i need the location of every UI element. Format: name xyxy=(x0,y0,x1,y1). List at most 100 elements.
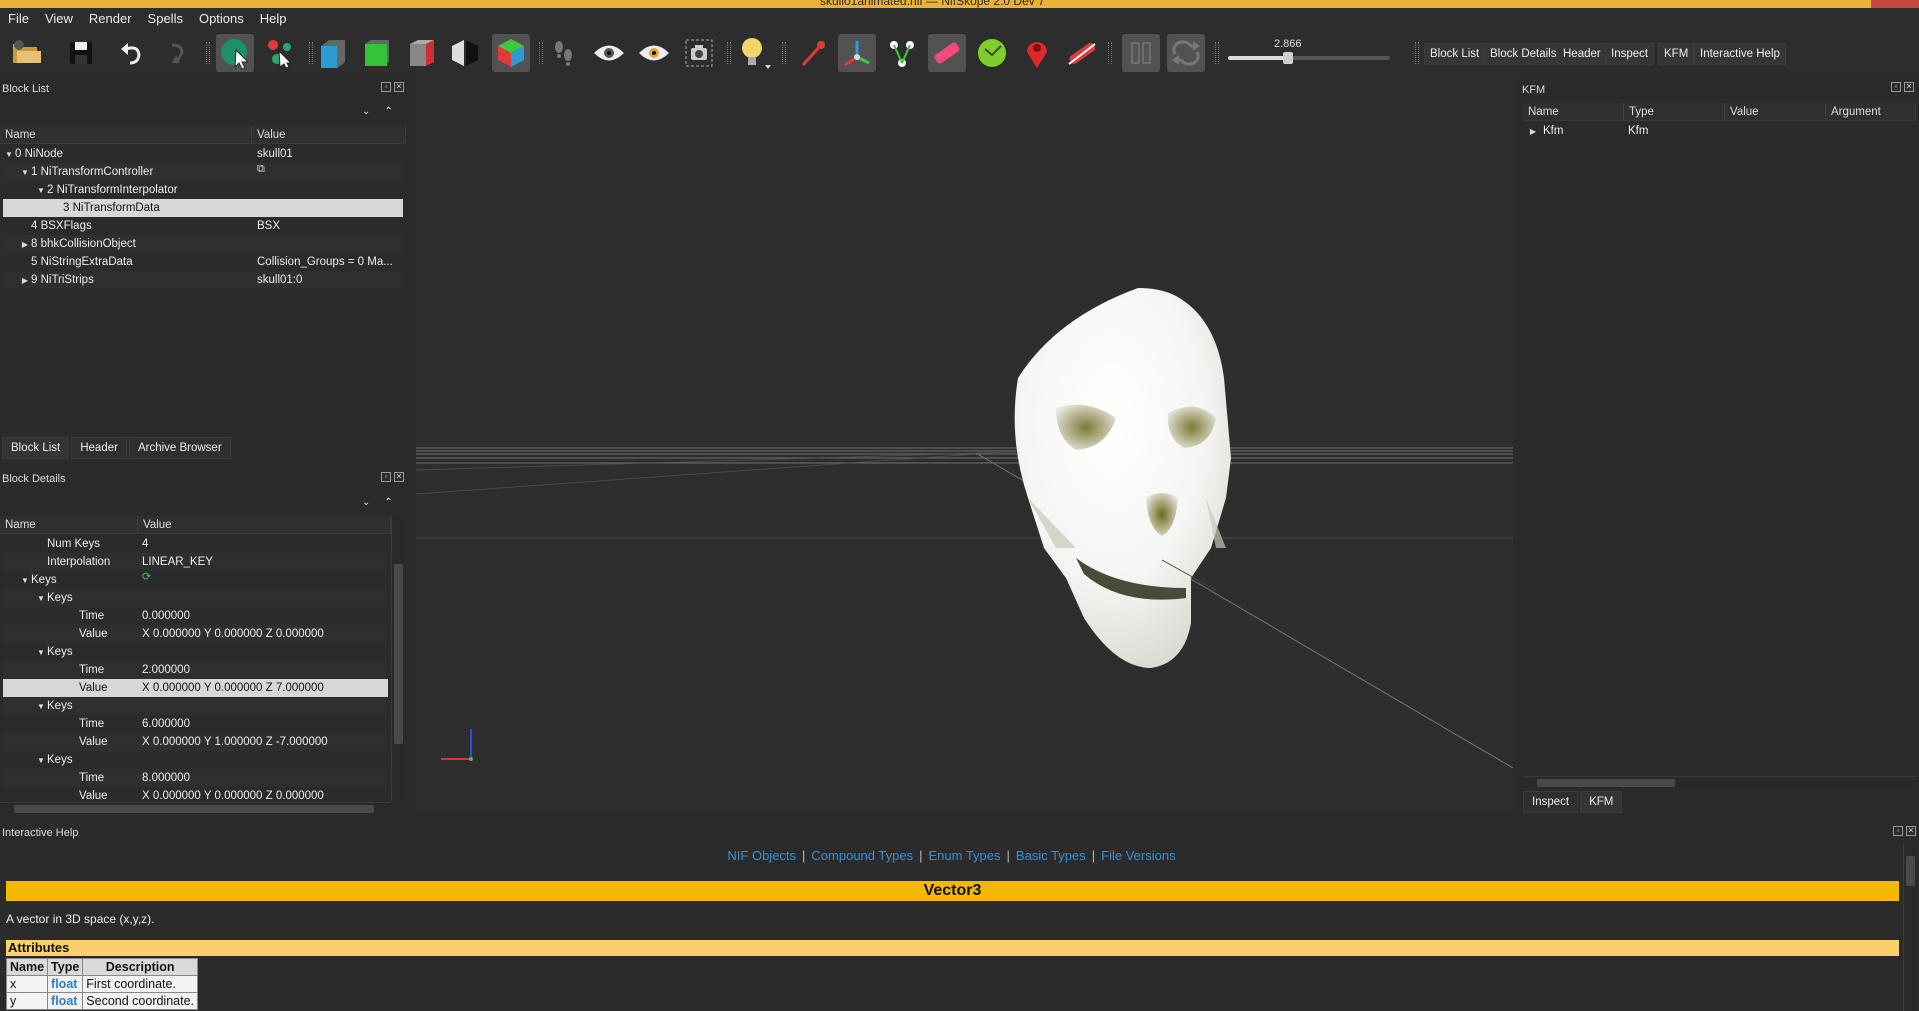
collapse-arrow-icon[interactable]: ▼ xyxy=(35,590,47,607)
menu-view[interactable]: View xyxy=(37,11,81,26)
tab-kfm[interactable]: KFM xyxy=(1580,791,1623,813)
tab-archive-browser[interactable]: Archive Browser xyxy=(128,437,231,459)
detail-row[interactable]: Time 0.000000 xyxy=(3,607,388,625)
detail-row[interactable]: ▼ Keys xyxy=(3,697,388,715)
expand-arrow-icon[interactable]: ▶ xyxy=(19,272,31,289)
undo-icon[interactable] xyxy=(113,34,151,72)
collapse-all-icon[interactable]: ⌃ xyxy=(384,106,392,117)
show-markers-icon[interactable] xyxy=(973,34,1011,72)
detail-row[interactable]: Value X 0.000000 Y 0.000000 Z 7.000000 xyxy=(3,679,388,697)
select-vertex-icon[interactable] xyxy=(262,34,300,72)
expand-arrow-icon[interactable]: ▶ xyxy=(19,236,31,253)
collapse-arrow-icon[interactable]: ▼ xyxy=(35,182,47,199)
menu-options[interactable]: Options xyxy=(191,11,252,26)
detail-row[interactable]: ▼ Keys xyxy=(3,751,388,769)
help-vertical-scrollbar[interactable] xyxy=(1903,842,1916,1011)
float-dock-icon[interactable]: ▫ xyxy=(381,472,391,482)
time-slider[interactable] xyxy=(1228,52,1390,64)
show-axes-icon[interactable] xyxy=(794,34,832,72)
view-side-icon[interactable] xyxy=(402,34,440,72)
collapse-arrow-icon[interactable]: ▼ xyxy=(3,146,15,163)
save-icon[interactable] xyxy=(62,34,100,72)
detail-row[interactable]: ▼ Keys ⟳ xyxy=(3,571,388,589)
column-header-name[interactable]: Name xyxy=(0,516,138,533)
hidden-icon[interactable] xyxy=(635,34,673,72)
toggle-interactive-help-button[interactable]: Interactive Help xyxy=(1694,43,1786,65)
close-dock-icon[interactable]: ✕ xyxy=(1904,82,1914,92)
close-dock-icon[interactable]: ✕ xyxy=(1906,826,1916,836)
block-details-horizontal-scrollbar[interactable] xyxy=(0,802,391,814)
detail-row[interactable]: Interpolation LINEAR_KEY xyxy=(3,553,388,571)
menu-spells[interactable]: Spells xyxy=(140,11,191,26)
refresh-icon[interactable]: ⟳ xyxy=(142,571,151,589)
block-list-item[interactable]: ▼ 2 NiTransformInterpolator xyxy=(3,181,403,199)
screenshot-icon[interactable] xyxy=(680,34,718,72)
select-object-icon[interactable] xyxy=(216,34,254,72)
menu-help[interactable]: Help xyxy=(252,11,295,26)
collapse-arrow-icon[interactable]: ▼ xyxy=(19,572,31,589)
menu-render[interactable]: Render xyxy=(81,11,140,26)
attr-type-link[interactable]: float xyxy=(47,992,84,1010)
scrollbar-thumb[interactable] xyxy=(14,805,374,813)
column-header-value[interactable]: Value xyxy=(1725,103,1826,120)
walk-icon[interactable] xyxy=(545,34,583,72)
show-constraints-icon[interactable] xyxy=(883,34,921,72)
view-user-icon[interactable] xyxy=(492,34,530,72)
redo-icon[interactable] xyxy=(157,34,195,72)
collapse-all-icon[interactable]: ⌃ xyxy=(384,497,392,508)
menu-file[interactable]: File xyxy=(0,11,37,26)
float-dock-icon[interactable]: ▫ xyxy=(1893,826,1903,836)
visibility-icon[interactable] xyxy=(590,34,628,72)
view-front-icon[interactable] xyxy=(313,34,351,72)
open-icon[interactable] xyxy=(8,34,46,72)
scrollbar-thumb[interactable] xyxy=(394,564,403,744)
show-hidden-icon[interactable] xyxy=(1063,34,1101,72)
toggle-kfm-button[interactable]: KFM xyxy=(1658,43,1695,65)
detail-row[interactable]: Time 6.000000 xyxy=(3,715,388,733)
view-flip-icon[interactable] xyxy=(446,34,484,72)
link-basic-types[interactable]: Basic Types xyxy=(1016,848,1086,863)
expand-all-icon[interactable]: ⌄ xyxy=(362,497,370,508)
toggle-inspect-button[interactable]: Inspect xyxy=(1605,43,1655,65)
render-viewport[interactable] xyxy=(416,78,1513,812)
tab-block-list[interactable]: Block List xyxy=(2,437,70,459)
kfm-horizontal-scrollbar[interactable] xyxy=(1523,776,1916,788)
block-list-item[interactable]: 4 BSXFlags BSX xyxy=(3,217,403,235)
block-list-item[interactable]: ▼ 1 NiTransformController ⧉ xyxy=(3,163,403,181)
block-list-item[interactable]: ▶ 9 NiTriStrips skull01:0 xyxy=(3,271,403,289)
attr-type-link[interactable]: float xyxy=(47,975,84,993)
toggle-block-list-button[interactable]: Block List xyxy=(1424,43,1486,65)
detail-row[interactable]: Value X 0.000000 Y 0.000000 Z 0.000000 xyxy=(3,625,388,643)
close-dock-icon[interactable]: ✕ xyxy=(394,82,404,92)
detail-row[interactable]: Time 8.000000 xyxy=(3,769,388,787)
detail-row[interactable]: Time 2.000000 xyxy=(3,661,388,679)
expand-all-icon[interactable]: ⌄ xyxy=(362,106,370,117)
show-havok-icon[interactable] xyxy=(1018,34,1056,72)
show-nodes-icon[interactable] xyxy=(838,34,876,72)
column-header-value[interactable]: Value xyxy=(252,126,406,143)
scrollbar-thumb[interactable] xyxy=(1906,856,1915,886)
kfm-row[interactable]: ▶ Kfm Kfm xyxy=(1527,122,1907,140)
float-dock-icon[interactable]: ▫ xyxy=(1891,82,1901,92)
detail-row[interactable]: Num Keys 4 xyxy=(3,535,388,553)
loop-icon[interactable] xyxy=(1167,34,1205,72)
column-header-name[interactable]: Name xyxy=(1523,103,1624,120)
link-enum-types[interactable]: Enum Types xyxy=(928,848,1000,863)
expand-arrow-icon[interactable]: ▶ xyxy=(1527,127,1539,136)
toggle-header-button[interactable]: Header xyxy=(1557,43,1607,65)
detail-row[interactable]: Value X 0.000000 Y 1.000000 Z -7.000000 xyxy=(3,733,388,751)
column-header-type[interactable]: Type xyxy=(1624,103,1725,120)
toggle-block-details-button[interactable]: Block Details xyxy=(1484,43,1563,65)
column-header-argument[interactable]: Argument xyxy=(1826,103,1916,120)
link-compound-types[interactable]: Compound Types xyxy=(811,848,913,863)
close-dock-icon[interactable]: ✕ xyxy=(394,472,404,482)
link-file-versions[interactable]: File Versions xyxy=(1101,848,1175,863)
block-list-item[interactable]: 3 NiTransformData xyxy=(3,199,403,217)
scrollbar-thumb[interactable] xyxy=(1537,779,1675,787)
light-icon[interactable] xyxy=(735,34,773,72)
view-top-icon[interactable] xyxy=(357,34,395,72)
float-dock-icon[interactable]: ▫ xyxy=(381,82,391,92)
pause-icon[interactable] xyxy=(1122,34,1160,72)
controller-icon[interactable]: ⧉ xyxy=(257,163,265,181)
block-list-item[interactable]: ▶ 8 bhkCollisionObject xyxy=(3,235,403,253)
